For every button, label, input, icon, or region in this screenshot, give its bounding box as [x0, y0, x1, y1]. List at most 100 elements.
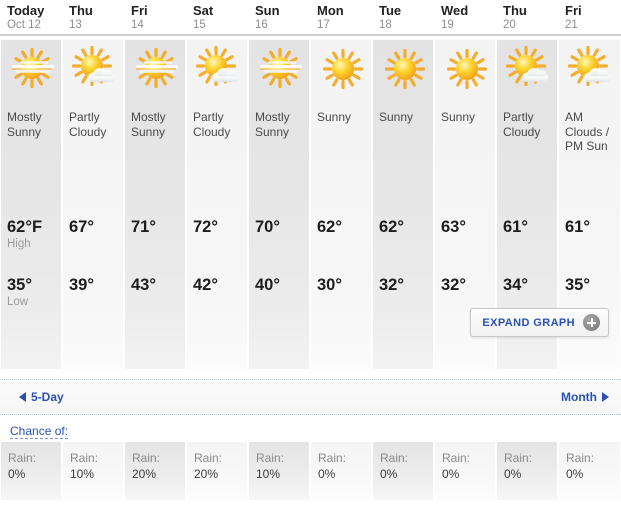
- expand-graph-button[interactable]: EXPAND GRAPH: [470, 308, 609, 337]
- day-header-9[interactable]: Thu 20: [496, 0, 558, 34]
- nav-prev-5-day[interactable]: 5-Day: [19, 390, 64, 404]
- rain-label: Rain:: [256, 451, 285, 465]
- rain-label: Rain:: [70, 451, 99, 465]
- weather-icon-wrap: [441, 36, 496, 96]
- sun-behind-thin-cloud-icon: [255, 44, 307, 94]
- low-temp-group: 40°: [255, 276, 280, 295]
- day-date: 15: [193, 19, 206, 31]
- day-date: 21: [565, 19, 578, 31]
- condition-text: Sunny: [317, 110, 352, 124]
- day-header-4[interactable]: Sat 15: [186, 0, 248, 34]
- low-temp: 43°: [131, 276, 156, 294]
- day-header-2[interactable]: Thu 13: [62, 0, 124, 34]
- low-temp-group: 43°: [131, 276, 156, 295]
- forecast-range-navbar: 5-Day Month: [0, 380, 621, 415]
- low-label: Low: [7, 296, 29, 308]
- rain-chance-cell-10: Rain: 0%: [558, 442, 621, 504]
- low-temp: 42°: [193, 276, 218, 294]
- rain-label: Rain:: [318, 451, 347, 465]
- high-temp: 63°: [441, 218, 466, 236]
- rain-chance-cell-8: Rain: 0%: [434, 442, 496, 504]
- day-date: 14: [131, 19, 144, 31]
- weather-10-day-forecast: Today Oct 12 Thu 13 Fri 14 Sat 15 Sun 16 Mon 17 Tue 1…: [0, 0, 621, 524]
- low-temp: 34°: [503, 276, 528, 294]
- low-temp-group: 30°: [317, 276, 342, 295]
- sun-behind-cloud-icon: [565, 44, 617, 94]
- sun-icon: [379, 44, 431, 94]
- high-temp-group: 72°: [193, 218, 218, 237]
- forecast-column-3[interactable]: Mostly Sunny 71° 43°: [124, 36, 186, 380]
- condition-text: Partly Cloudy: [503, 110, 541, 139]
- rain-chance-cell-7: Rain: 0%: [372, 442, 434, 504]
- rain-chance-cell-9: Rain: 0%: [496, 442, 558, 504]
- rain-value: 0%: [318, 467, 336, 481]
- rain-chance-cell-3: Rain: 20%: [124, 442, 186, 504]
- day-header-3[interactable]: Fri 14: [124, 0, 186, 34]
- rain-label: Rain:: [504, 451, 533, 465]
- day-header-7[interactable]: Tue 18: [372, 0, 434, 34]
- weather-icon-wrap: [379, 36, 434, 96]
- day-date: 20: [503, 19, 516, 31]
- condition-text: Sunny: [379, 110, 414, 124]
- forecast-column-4[interactable]: Partly Cloudy 72° 42°: [186, 36, 248, 380]
- day-name: Fri: [131, 3, 148, 18]
- low-temp-group: 35°: [565, 276, 590, 295]
- nav-prev-label: 5-Day: [31, 390, 64, 404]
- forecast-column-2[interactable]: Partly Cloudy 67° 39°: [62, 36, 124, 380]
- low-temp-group: 39°: [69, 276, 94, 295]
- sun-behind-cloud-icon: [193, 44, 245, 94]
- nav-next-month[interactable]: Month: [561, 390, 609, 404]
- forecast-column-5[interactable]: Mostly Sunny 70° 40°: [248, 36, 310, 380]
- day-header-6[interactable]: Mon 17: [310, 0, 372, 34]
- triangle-right-icon: [602, 392, 609, 402]
- high-temp-group: 61°: [565, 218, 590, 237]
- rain-label: Rain:: [132, 451, 161, 465]
- weather-icon-wrap: [565, 36, 621, 96]
- low-temp-group: 32°: [441, 276, 466, 295]
- day-date: 19: [441, 19, 454, 31]
- rain-label: Rain:: [194, 451, 223, 465]
- day-date: 17: [317, 19, 330, 31]
- high-temp-group: 70°: [255, 218, 280, 237]
- rain-chance-cell-1: Rain: 0%: [0, 442, 62, 504]
- forecast-column-1[interactable]: Mostly Sunny 62°F High 35° Low: [0, 36, 62, 380]
- weather-icon-wrap: [317, 36, 372, 96]
- condition-text: Partly Cloudy: [69, 110, 107, 139]
- day-header-8[interactable]: Wed 19: [434, 0, 496, 34]
- rain-value: 0%: [566, 467, 584, 481]
- rain-chance-cell-5: Rain: 10%: [248, 442, 310, 504]
- plus-circle-icon: [583, 314, 600, 331]
- day-header-row: Today Oct 12 Thu 13 Fri 14 Sat 15 Sun 16 Mon 17 Tue 1…: [0, 0, 621, 36]
- day-header-5[interactable]: Sun 16: [248, 0, 310, 34]
- day-name: Sun: [255, 3, 280, 18]
- chance-of-link[interactable]: Chance of:: [10, 424, 69, 439]
- forecast-column-7[interactable]: Sunny 62° 32°: [372, 36, 434, 380]
- rain-label: Rain:: [566, 451, 595, 465]
- low-temp-group: 34°: [503, 276, 528, 295]
- sun-icon: [441, 44, 493, 94]
- rain-value: 0%: [442, 467, 460, 481]
- day-name: Sat: [193, 3, 214, 18]
- high-temp: 70°: [255, 218, 280, 236]
- forecast-column-6[interactable]: Sunny 62° 30°: [310, 36, 372, 380]
- sun-icon: [317, 44, 369, 94]
- weather-icon-wrap: [255, 36, 310, 96]
- nav-next-label: Month: [561, 390, 597, 404]
- rain-label: Rain:: [442, 451, 471, 465]
- low-temp: 30°: [317, 276, 342, 294]
- high-temp-group: 67°: [69, 218, 94, 237]
- day-header-10[interactable]: Fri 21: [558, 0, 621, 34]
- day-name: Thu: [503, 3, 527, 18]
- low-temp: 39°: [69, 276, 94, 294]
- high-temp: 71°: [131, 218, 156, 236]
- day-header-1[interactable]: Today Oct 12: [0, 0, 62, 34]
- sun-behind-thin-cloud-icon: [131, 44, 183, 94]
- rain-value: 20%: [194, 467, 219, 481]
- triangle-left-icon: [19, 392, 26, 402]
- rain-label: Rain:: [380, 451, 409, 465]
- sun-behind-thin-cloud-icon: [7, 44, 59, 94]
- sun-behind-cloud-icon: [69, 44, 121, 94]
- high-temp-group: 61°: [503, 218, 528, 237]
- day-name: Wed: [441, 3, 469, 18]
- low-temp-group: 35° Low: [7, 276, 32, 309]
